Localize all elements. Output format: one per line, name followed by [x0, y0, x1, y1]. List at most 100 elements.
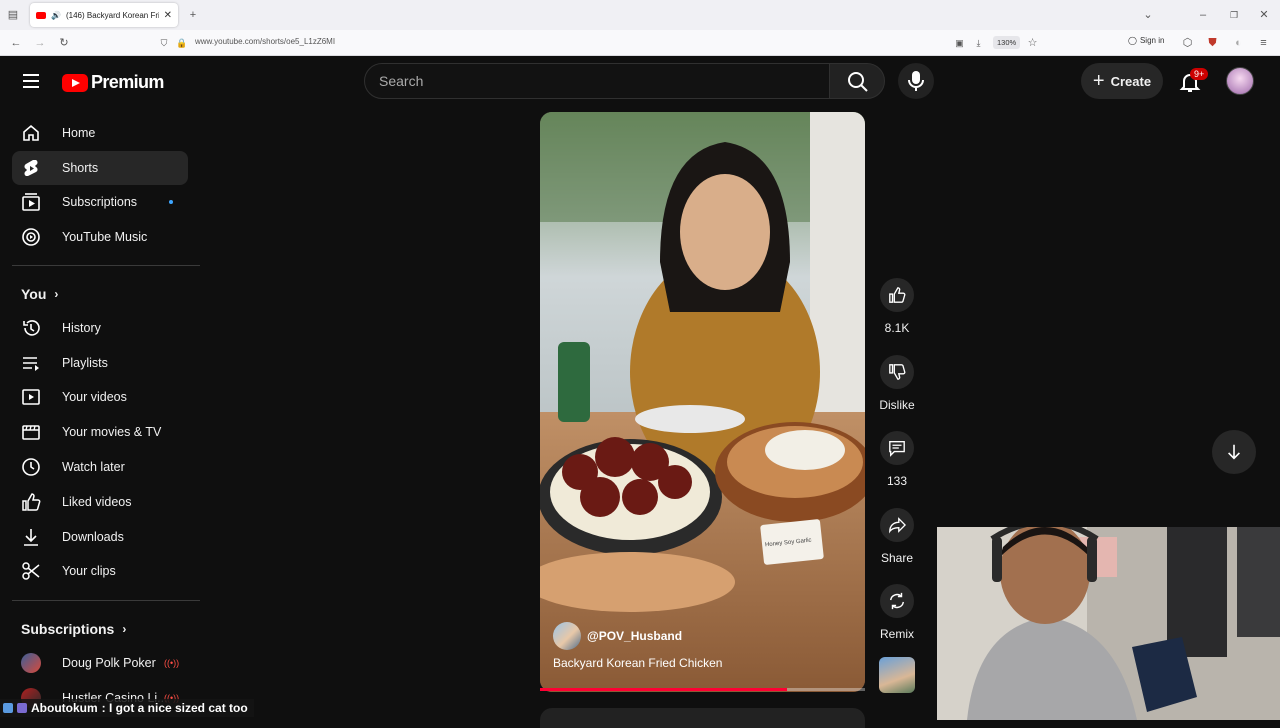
url-input[interactable]: www.youtube.com/shorts/oe5_L1zZ6MI: [195, 37, 335, 46]
search-button[interactable]: [829, 63, 885, 99]
comment-icon: [889, 441, 905, 457]
sign-in-button[interactable]: ◯ Sign in: [1128, 36, 1164, 45]
next-short-preview: [540, 708, 865, 728]
youtube-favicon-icon: [36, 11, 46, 19]
back-icon[interactable]: ←: [9, 36, 23, 50]
ublock-icon[interactable]: ⛊: [1206, 36, 1219, 50]
shield-icon[interactable]: ⛉: [158, 36, 170, 50]
account-icon: ◯: [1128, 36, 1137, 45]
create-label: Create: [1110, 73, 1152, 89]
new-tab-icon[interactable]: +: [186, 8, 200, 22]
guide-menu-button[interactable]: [20, 70, 42, 92]
sidebar-item-shorts[interactable]: Shorts: [12, 151, 188, 185]
video-progress-fill: [540, 688, 787, 691]
like-count: 8.1K: [884, 321, 910, 335]
channel-avatar[interactable]: [553, 622, 581, 650]
sidebar-item-watch-later[interactable]: Watch later: [12, 450, 188, 484]
speaker-icon[interactable]: ◐: [1232, 36, 1245, 50]
maximize-icon[interactable]: ❐: [1227, 8, 1241, 22]
share-label: Share: [880, 551, 914, 565]
thumbs-down-icon: [889, 364, 906, 380]
tab-list-icon[interactable]: ▤: [6, 8, 20, 22]
sign-in-label: Sign in: [1139, 36, 1165, 45]
tab-title: (146) Backyard Korean Fried Chicken: [65, 10, 159, 20]
hamburger-menu-icon[interactable]: ≡: [1257, 36, 1270, 50]
video-frame: [540, 112, 865, 692]
sidebar-item-label: Downloads: [62, 530, 124, 544]
arrow-down-icon: [1228, 444, 1240, 460]
sidebar-item-your-clips[interactable]: Your clips: [12, 554, 188, 588]
chevron-right-icon: ›: [122, 622, 127, 636]
account-avatar[interactable]: [1226, 67, 1254, 95]
save-page-icon[interactable]: ⤓: [972, 36, 985, 50]
sidebar-item-liked-videos[interactable]: Liked videos: [12, 485, 188, 519]
thumbs-up-icon: [22, 493, 41, 511]
sidebar-section-subscriptions[interactable]: Subscriptions ›: [21, 621, 126, 637]
sound-thumbnail[interactable]: [879, 657, 915, 693]
sidebar-item-playlists[interactable]: Playlists: [12, 346, 188, 380]
webcam-overlay: [937, 527, 1280, 720]
subscriptions-icon: [22, 193, 40, 211]
reload-icon[interactable]: ↻: [57, 36, 71, 50]
dislike-button[interactable]: [880, 355, 914, 389]
home-icon: [23, 124, 39, 141]
tab-close-icon[interactable]: ✕: [164, 10, 172, 21]
sidebar-item-subscriptions[interactable]: Subscriptions: [12, 185, 188, 219]
next-short-button[interactable]: [1212, 430, 1256, 474]
chevron-right-icon: ›: [54, 287, 59, 301]
browser-tab-bar: ▤ 🔊 (146) Backyard Korean Fried Chicken …: [0, 0, 1280, 30]
shorts-icon: [24, 160, 38, 176]
search-input[interactable]: Search: [364, 63, 830, 99]
sidebar-item-label: Subscriptions: [62, 195, 138, 209]
channel-info[interactable]: @POV_Husband: [553, 622, 682, 650]
like-button[interactable]: [880, 278, 914, 312]
chevron-down-icon[interactable]: ⌄: [1141, 8, 1155, 22]
close-window-icon[interactable]: ✕: [1257, 8, 1271, 22]
remix-button[interactable]: [880, 584, 914, 618]
sidebar-item-doug-polk-poker[interactable]: Doug Polk Poker ((•)): [12, 646, 188, 680]
extensions-icon[interactable]: ⬡: [1181, 36, 1194, 50]
sidebar-item-downloads[interactable]: Downloads: [12, 520, 188, 554]
create-button[interactable]: + Create: [1081, 63, 1163, 99]
chat-username: Aboutokum: [31, 701, 98, 715]
minimize-icon[interactable]: –: [1196, 8, 1210, 22]
new-content-dot: [169, 200, 173, 204]
remix-label: Remix: [879, 627, 914, 641]
lock-icon[interactable]: 🔒: [176, 36, 188, 50]
sidebar-item-youtube-music[interactable]: YouTube Music: [12, 220, 188, 254]
thumbs-up-icon: [889, 287, 906, 303]
remix-icon: [889, 592, 905, 610]
bookmark-star-icon[interactable]: ☆: [1026, 36, 1039, 50]
zoom-level[interactable]: 130%: [993, 36, 1021, 49]
short-title[interactable]: Backyard Korean Fried Chicken: [553, 656, 722, 670]
short-video-player[interactable]: Honey Soy Garlic: [540, 112, 865, 692]
playlists-icon: [23, 357, 39, 371]
channel-name[interactable]: @POV_Husband: [587, 629, 682, 643]
webcam-frame: [937, 527, 1280, 720]
microphone-icon: [908, 71, 924, 91]
youtube-logo[interactable]: Premium: [62, 72, 164, 93]
sidebar-item-label: Your movies & TV: [62, 425, 162, 439]
sidebar-item-movies-tv[interactable]: Your movies & TV: [12, 415, 188, 449]
video-progress-bar[interactable]: [540, 688, 865, 691]
browser-tab[interactable]: 🔊 (146) Backyard Korean Fried Chicken ✕: [30, 3, 178, 27]
clock-icon: [22, 458, 40, 476]
history-icon: [23, 320, 40, 336]
live-icon: ((•)): [164, 658, 180, 668]
picture-in-picture-icon[interactable]: ▣: [953, 36, 966, 50]
scissors-icon: [22, 562, 40, 580]
plus-icon: +: [1092, 70, 1105, 92]
audio-playing-icon[interactable]: 🔊: [51, 11, 61, 20]
sidebar-item-history[interactable]: History: [12, 311, 188, 345]
forward-icon[interactable]: →: [33, 36, 47, 50]
share-button[interactable]: [880, 508, 914, 542]
comment-count: 133: [886, 474, 908, 488]
youtube-play-icon: [62, 73, 88, 92]
sidebar-item-your-videos[interactable]: Your videos: [12, 380, 188, 414]
comments-button[interactable]: [880, 431, 914, 465]
search-icon: [848, 72, 868, 92]
sidebar-item-label: Shorts: [62, 161, 99, 175]
sidebar-section-you[interactable]: You ›: [21, 286, 58, 302]
voice-search-button[interactable]: [898, 63, 934, 99]
sidebar-item-home[interactable]: Home: [12, 116, 188, 150]
